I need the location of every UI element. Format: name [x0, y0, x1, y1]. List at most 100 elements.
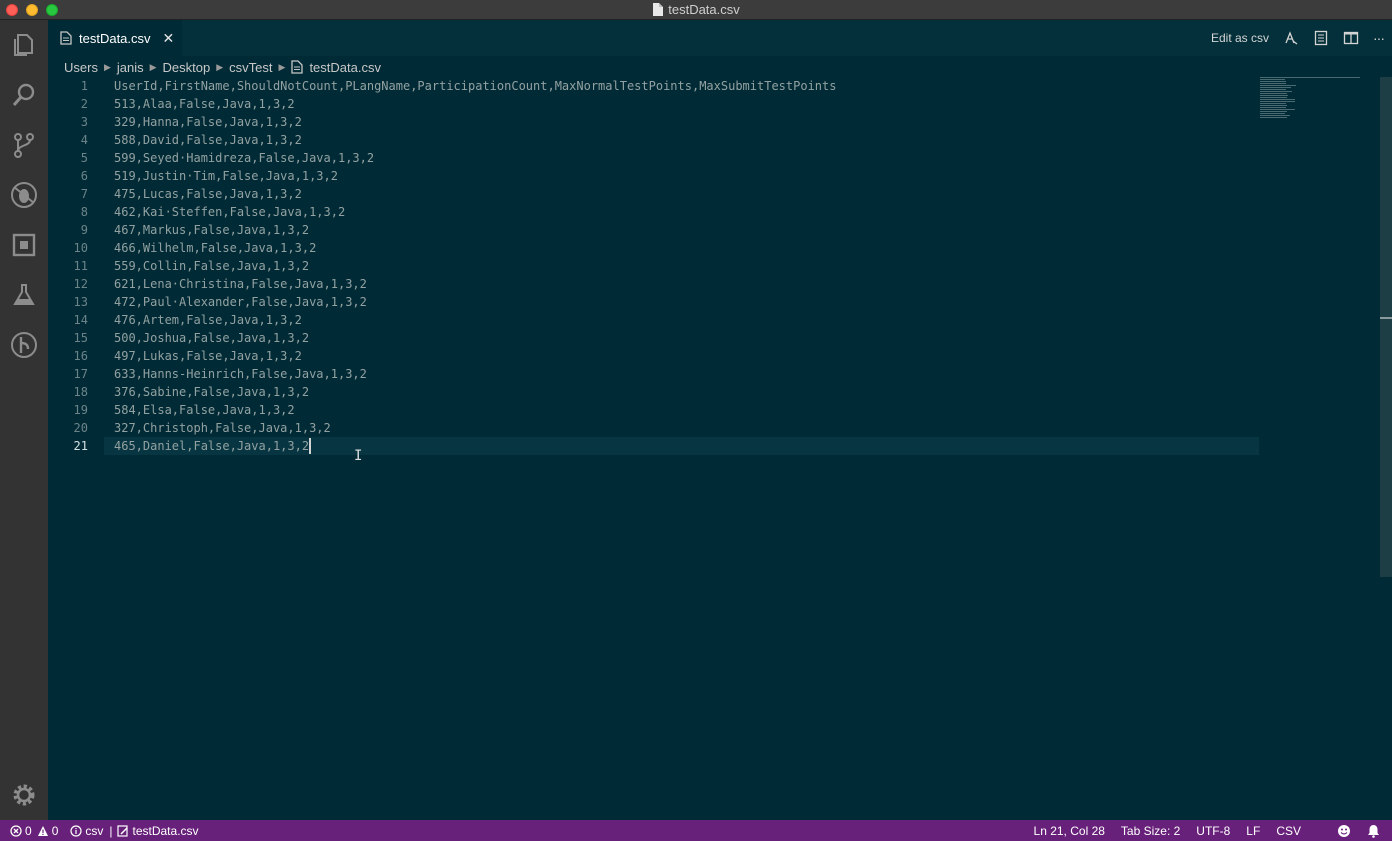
activity-bar	[0, 20, 48, 820]
cursor-position[interactable]: Ln 21, Col 28	[1034, 824, 1105, 838]
line-number: 17	[73, 367, 88, 381]
minimap-line	[1260, 87, 1291, 88]
line-number: 16	[73, 349, 88, 363]
minimap-line	[1260, 91, 1292, 92]
end-of-line[interactable]: LF	[1246, 824, 1260, 838]
code-line[interactable]: 559,Collin,False,Java,1,3,2	[114, 257, 309, 275]
language-mode[interactable]: CSV	[1276, 824, 1301, 838]
chevron-right-icon: ▶	[103, 61, 111, 72]
warning-icon	[37, 825, 48, 836]
minimap-line	[1260, 83, 1286, 84]
line-number: 3	[80, 115, 88, 129]
code-line[interactable]: UserId,FirstName,ShouldNotCount,PLangNam…	[114, 77, 836, 95]
code-line[interactable]: 513,Alaa,False,Java,1,3,2	[114, 95, 295, 113]
minimap-line	[1260, 107, 1286, 108]
code-line[interactable]: 376,Sabine,False,Java,1,3,2	[114, 383, 309, 401]
window-title-area: testData.csv	[0, 2, 1392, 17]
breadcrumb-item-janis[interactable]: janis	[117, 60, 144, 75]
info-icon	[70, 824, 82, 837]
edit-as-csv-button[interactable]: Edit as csv	[1211, 31, 1269, 45]
minimap-line	[1260, 97, 1287, 98]
code-line[interactable]: 472,Paul·Alexander,False,Java,1,3,2	[114, 293, 367, 311]
minimap-line	[1260, 79, 1285, 80]
language-hint: csv	[85, 823, 104, 838]
gear-icon[interactable]	[8, 779, 40, 811]
code-line[interactable]: 462,Kai·Steffen,False,Java,1,3,2	[114, 203, 345, 221]
active-file-indicator[interactable]: testData.csv	[116, 824, 199, 838]
code-line[interactable]: 475,Lucas,False,Java,1,3,2	[114, 185, 302, 203]
editor-tab-testdata[interactable]: testData.csv ✕	[48, 20, 182, 56]
git-graph-icon[interactable]	[8, 329, 40, 361]
code-line[interactable]: 467,Markus,False,Java,1,3,2	[114, 221, 309, 239]
chevron-right-icon: ▶	[278, 61, 286, 72]
search-icon[interactable]	[8, 79, 40, 111]
line-number: 12	[73, 277, 88, 291]
warning-count: 0	[51, 823, 59, 838]
code-line[interactable]: 466,Wilhelm,False,Java,1,3,2	[114, 239, 316, 257]
extensions-icon[interactable]	[8, 229, 40, 261]
source-control-icon[interactable]	[8, 129, 40, 161]
breadcrumb-item-users[interactable]: Users	[64, 60, 98, 75]
line-number: 9	[80, 223, 88, 237]
text-cursor	[309, 438, 311, 454]
code-line[interactable]: 584,Elsa,False,Java,1,3,2	[114, 401, 295, 419]
code-line[interactable]: 329,Hanna,False,Java,1,3,2	[114, 113, 302, 131]
line-number: 5	[80, 151, 88, 165]
csv-file-icon	[60, 31, 72, 45]
feedback-smiley-icon[interactable]	[1337, 824, 1351, 838]
window-title: testData.csv	[668, 2, 740, 17]
file-icon	[653, 3, 664, 16]
tab-close-icon[interactable]: ✕	[163, 30, 175, 47]
debug-icon[interactable]	[8, 179, 40, 211]
minimap[interactable]	[1260, 77, 1370, 127]
breadcrumb-item-file[interactable]: testData.csv	[309, 60, 381, 75]
line-number: 1	[80, 79, 88, 93]
line-number: 2	[80, 97, 88, 111]
code-line[interactable]: 633,Hanns-Heinrich,False,Java,1,3,2	[114, 365, 367, 383]
minimap-line	[1260, 95, 1288, 96]
breadcrumb: Users ▶ janis ▶ Desktop ▶ csvTest ▶ test…	[64, 58, 381, 76]
code-line[interactable]: 621,Lena·Christina,False,Java,1,3,2	[114, 275, 367, 293]
code-editor[interactable]: 1 2 3 4 5 6 7 8 9 10 11 12 13 14 15 16 17 18 19 20 21 UserId…	[48, 77, 1392, 820]
minimap-line	[1260, 81, 1286, 82]
tab-bar: testData.csv ✕ Edit as csv ···	[48, 20, 1392, 56]
code-line[interactable]: 497,Lukas,False,Java,1,3,2	[114, 347, 302, 365]
minimap-line	[1260, 85, 1296, 86]
encoding[interactable]: UTF-8	[1196, 824, 1230, 838]
csv-file-icon	[291, 60, 304, 74]
line-number: 10	[73, 241, 88, 255]
code-line[interactable]: 476,Artem,False,Java,1,3,2	[114, 311, 302, 329]
code-line[interactable]: 327,Christoph,False,Java,1,3,2	[114, 419, 331, 437]
breadcrumb-item-desktop[interactable]: Desktop	[163, 60, 211, 75]
flask-icon[interactable]	[8, 279, 40, 311]
line-number: 20	[73, 421, 88, 435]
breadcrumb-item-csvtest[interactable]: csvTest	[229, 60, 272, 75]
preview-icon[interactable]	[1313, 30, 1329, 46]
vertical-scrollbar[interactable]	[1380, 77, 1392, 577]
code-line[interactable]: 599,Seyed·Hamidreza,False,Java,1,3,2	[114, 149, 374, 167]
notifications-bell-icon[interactable]	[1367, 824, 1380, 838]
code-line[interactable]: 519,Justin·Tim,False,Java,1,3,2	[114, 167, 338, 185]
code-line[interactable]: 500,Joshua,False,Java,1,3,2	[114, 329, 309, 347]
files-icon[interactable]	[8, 29, 40, 61]
chevron-right-icon: ▶	[149, 61, 157, 72]
code-line[interactable]: 465,Daniel,False,Java,1,3,2	[114, 437, 309, 455]
csv-info-indicator[interactable]: csv	[70, 824, 103, 838]
split-editor-icon[interactable]	[1343, 30, 1359, 46]
minimap-line	[1260, 109, 1295, 110]
line-number: 11	[73, 259, 88, 273]
error-icon	[10, 824, 22, 837]
problems-indicator[interactable]: 0 0	[10, 824, 58, 838]
minimap-line	[1260, 77, 1360, 78]
editor-actions: Edit as csv ···	[1197, 20, 1385, 56]
minimap-line	[1260, 93, 1287, 94]
more-actions-button[interactable]: ···	[1373, 30, 1385, 46]
compare-icon[interactable]	[1283, 30, 1299, 46]
line-number: 18	[73, 385, 88, 399]
file-edit-icon	[116, 824, 128, 837]
line-number: 7	[80, 187, 88, 201]
tab-size[interactable]: Tab Size: 2	[1121, 824, 1180, 838]
line-number: 15	[73, 331, 88, 345]
code-line[interactable]: 588,David,False,Java,1,3,2	[114, 131, 302, 149]
minimap-line	[1260, 103, 1286, 104]
